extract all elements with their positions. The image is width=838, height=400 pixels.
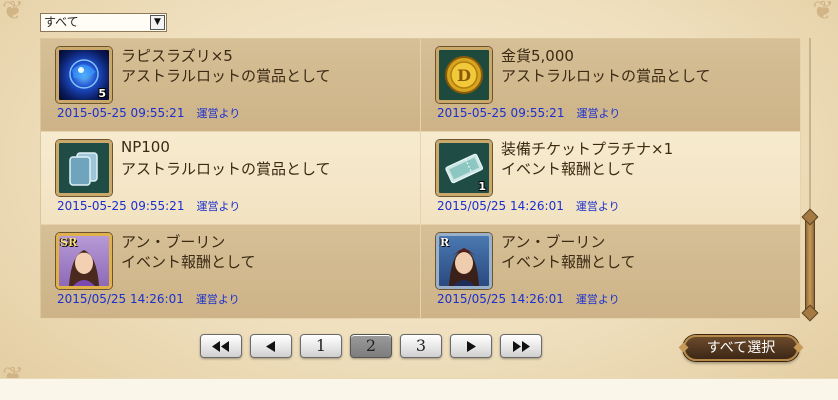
filter-dropdown[interactable]: すべて ▼ bbox=[40, 13, 167, 32]
item-description: イベント報酬として bbox=[501, 160, 636, 178]
rarity-badge: SR bbox=[60, 236, 78, 249]
svg-text:D: D bbox=[457, 66, 471, 85]
item-description: アストラルロットの賞品として bbox=[501, 67, 711, 85]
page-button[interactable]: 3 bbox=[400, 334, 442, 358]
item-name: NP100 bbox=[121, 138, 170, 156]
item-source: 運営より bbox=[196, 107, 241, 120]
right-arrow-icon bbox=[467, 341, 476, 352]
scroll-thumb[interactable] bbox=[805, 216, 815, 314]
item-name: 金貨5,000 bbox=[501, 47, 574, 65]
frame-ornament-icon: ❦ bbox=[2, 0, 24, 26]
present-box-list: 5 ラピスラズリ×5 アストラルロットの賞品として 2015-05-25 09:… bbox=[40, 38, 801, 319]
filter-selected-value: すべて bbox=[44, 15, 79, 29]
item-meta: 2015-05-25 09:55:21 運営より bbox=[437, 105, 620, 121]
item-name: アン・ブーリン bbox=[121, 233, 226, 251]
list-item[interactable]: SR アン・ブーリン イベント報酬として 2015/05/25 14:26:01… bbox=[41, 225, 421, 319]
list-item[interactable]: R アン・ブーリン イベント報酬として 2015/05/25 14:26:01 運… bbox=[421, 225, 801, 319]
select-all-button[interactable]: すべて選択 bbox=[683, 335, 799, 361]
item-meta: 2015/05/25 14:26:01 運営より bbox=[437, 291, 620, 307]
list-item[interactable]: D 金貨5,000 アストラルロットの賞品として 2015-05-25 09:5… bbox=[421, 39, 801, 132]
item-source: 運営より bbox=[576, 107, 621, 120]
item-description: イベント報酬として bbox=[501, 253, 636, 271]
item-meta: 2015-05-25 09:55:21 運営より bbox=[57, 198, 240, 214]
list-item[interactable]: 5 ラピスラズリ×5 アストラルロットの賞品として 2015-05-25 09:… bbox=[41, 39, 421, 132]
list-item[interactable]: 1 装備チケットプラチナ×1 イベント報酬として 2015/05/25 14:2… bbox=[421, 132, 801, 225]
item-meta: 2015/05/25 14:26:01 運営より bbox=[437, 198, 620, 214]
double-left-arrow-icon bbox=[212, 341, 229, 352]
item-source: 運営より bbox=[195, 293, 240, 306]
item-description: アストラルロットの賞品として bbox=[121, 160, 331, 178]
gold-coin-icon: D bbox=[436, 47, 492, 103]
page-button[interactable]: 1 bbox=[300, 334, 342, 358]
list-scrollbar[interactable] bbox=[803, 38, 817, 318]
item-name: 装備チケットプラチナ×1 bbox=[501, 140, 674, 158]
item-name: ラピスラズリ×5 bbox=[121, 47, 233, 65]
prev-page-button[interactable] bbox=[250, 334, 292, 358]
bottom-strip bbox=[0, 378, 838, 400]
np-cards-icon bbox=[56, 140, 112, 196]
item-meta: 2015-05-25 09:55:21 運営より bbox=[57, 105, 240, 121]
page-button-current[interactable]: 2 bbox=[350, 334, 392, 358]
item-date: 2015-05-25 09:55:21 bbox=[57, 199, 185, 213]
list-item[interactable]: NP100 アストラルロットの賞品として 2015-05-25 09:55:21… bbox=[41, 132, 421, 225]
item-source: 運営より bbox=[575, 200, 620, 213]
item-date: 2015-05-25 09:55:21 bbox=[57, 106, 185, 120]
last-page-button[interactable] bbox=[500, 334, 542, 358]
dropdown-arrow-icon[interactable]: ▼ bbox=[150, 15, 165, 30]
character-portrait-icon: R bbox=[436, 233, 492, 289]
item-quantity: 5 bbox=[98, 87, 106, 100]
lapis-lazuli-icon: 5 bbox=[56, 47, 112, 103]
double-right-arrow-icon bbox=[513, 341, 530, 352]
left-arrow-icon bbox=[266, 341, 275, 352]
first-page-button[interactable] bbox=[200, 334, 242, 358]
item-date: 2015/05/25 14:26:01 bbox=[437, 292, 564, 306]
item-description: イベント報酬として bbox=[121, 253, 256, 271]
next-page-button[interactable] bbox=[450, 334, 492, 358]
character-portrait-icon: SR bbox=[56, 233, 112, 289]
item-name: アン・ブーリン bbox=[501, 233, 606, 251]
item-source: 運営より bbox=[575, 293, 620, 306]
item-meta: 2015/05/25 14:26:01 運営より bbox=[57, 291, 240, 307]
item-date: 2015/05/25 14:26:01 bbox=[57, 292, 184, 306]
item-description: アストラルロットの賞品として bbox=[121, 67, 331, 85]
item-date: 2015/05/25 14:26:01 bbox=[437, 199, 564, 213]
frame-ornament-icon: ❦ bbox=[812, 0, 834, 26]
rarity-badge: R bbox=[440, 236, 450, 249]
item-quantity: 1 bbox=[478, 180, 486, 193]
platinum-ticket-icon: 1 bbox=[436, 140, 492, 196]
item-date: 2015-05-25 09:55:21 bbox=[437, 106, 565, 120]
item-source: 運営より bbox=[196, 200, 241, 213]
